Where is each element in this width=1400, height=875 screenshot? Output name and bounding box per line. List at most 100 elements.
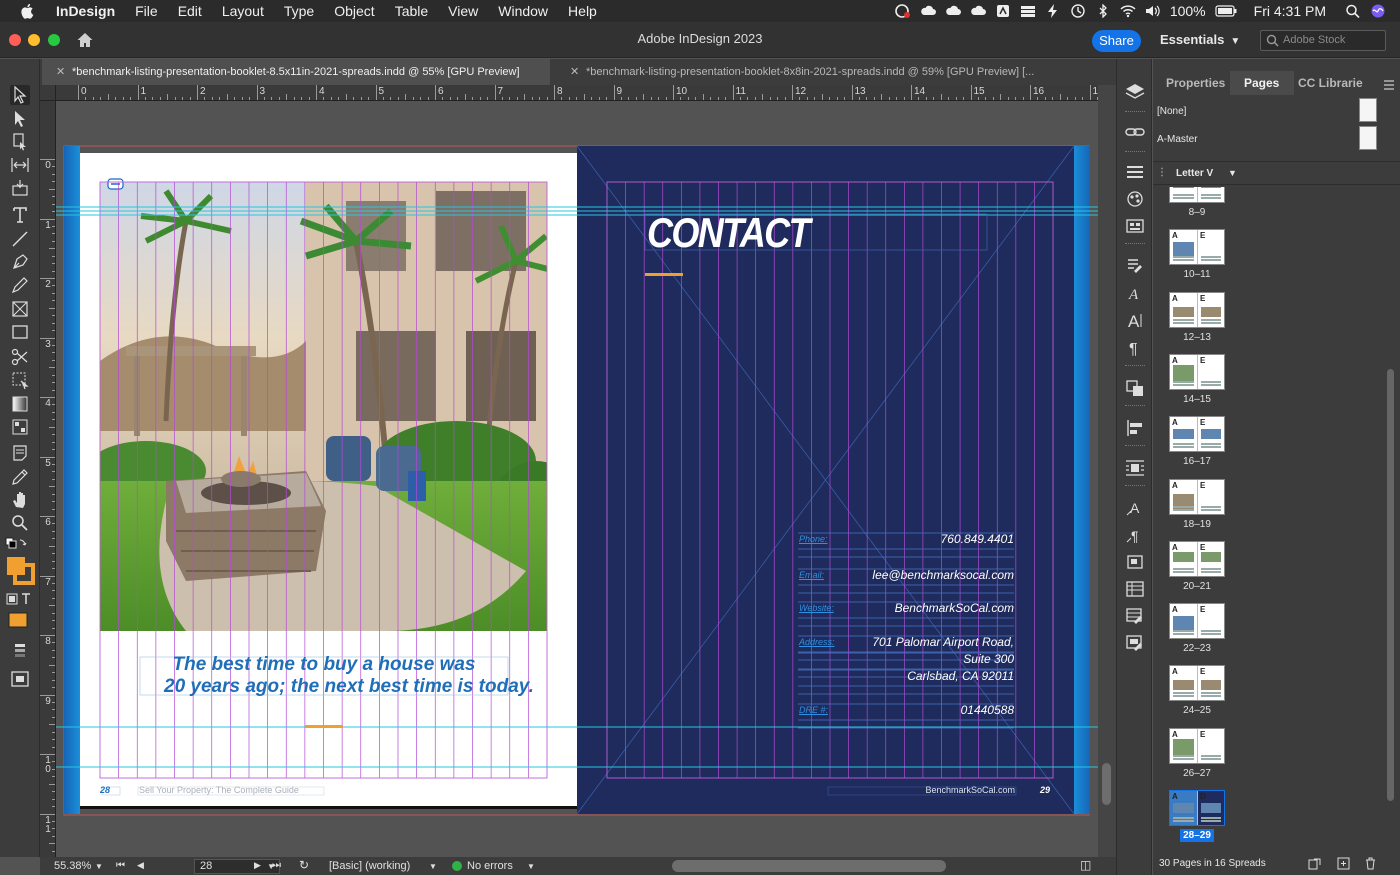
paragraph-styles-icon[interactable] (1125, 257, 1145, 275)
panel-grip[interactable] (1125, 243, 1145, 246)
stack-icon[interactable] (1020, 4, 1036, 18)
content-collector-icon[interactable] (10, 178, 30, 198)
zoom-level[interactable]: 55.38% (54, 860, 91, 872)
spread-pages[interactable]: AE (1169, 291, 1225, 328)
gradient-swatch-tool-icon[interactable] (10, 394, 30, 414)
master-none-thumbnail[interactable] (1359, 98, 1377, 122)
close-tab-icon[interactable]: ✕ (56, 59, 65, 85)
cloud-backup-icon[interactable] (970, 4, 986, 18)
type-tool-icon[interactable] (10, 205, 30, 225)
preflight-profile[interactable]: [Basic] (working) (329, 860, 410, 872)
contact-value[interactable]: Suite 300 (816, 652, 1014, 666)
apply-color-swatch[interactable] (8, 612, 30, 630)
link-badge-icon[interactable] (107, 178, 124, 190)
cc-libraries-icon[interactable] (1125, 217, 1145, 235)
window-close-button[interactable] (9, 34, 21, 46)
page-thumbnail[interactable]: A (1170, 791, 1197, 825)
page-thumbnail[interactable]: E (1197, 417, 1224, 452)
spread-pages[interactable]: AE (1169, 665, 1225, 702)
table-panel-icon[interactable] (1125, 580, 1145, 598)
screen-mode-icon[interactable] (10, 669, 30, 689)
menu-edit[interactable]: Edit (168, 3, 212, 19)
next-page-icon[interactable]: ▶ (254, 860, 261, 871)
stroke-panel-icon[interactable] (1125, 163, 1145, 181)
preflight-errors[interactable]: No errors (467, 860, 513, 872)
page-tool-icon[interactable] (10, 132, 30, 152)
direct-selection-tool-icon[interactable] (10, 109, 30, 129)
page-spread-thumbnail[interactable]: A D 28–29 (1169, 790, 1225, 842)
close-tab-icon[interactable]: ✕ (570, 59, 579, 85)
page-spread-thumbnail[interactable]: A E 14–15 (1169, 353, 1225, 405)
new-page-icon[interactable] (1337, 857, 1350, 870)
bluetooth-icon[interactable] (1095, 3, 1111, 19)
spread-pages[interactable] (1169, 187, 1225, 203)
panel-menu-icon[interactable] (1383, 77, 1395, 90)
master-none[interactable]: [None] (1153, 97, 1400, 125)
page-thumbnail[interactable]: E (1197, 666, 1224, 701)
home-icon[interactable] (76, 31, 94, 49)
rectangle-frame-tool-icon[interactable] (10, 299, 30, 319)
bolt-icon[interactable] (1045, 4, 1061, 18)
page-thumbnail[interactable]: A (1170, 354, 1197, 389)
delete-page-icon[interactable] (1364, 857, 1377, 870)
page-number-field[interactable]: 28 ▼ (194, 859, 280, 874)
character-styles-icon[interactable]: A (1125, 284, 1145, 303)
pasteboard[interactable]: The best time to buy a house was 20 year… (56, 101, 1098, 857)
page-thumbnail[interactable]: A (1170, 230, 1197, 265)
tab-cc-libraries[interactable]: CC Librarie (1298, 71, 1378, 95)
page-thumbnail[interactable] (1197, 187, 1224, 202)
pathfinder-panel-icon[interactable] (1125, 379, 1145, 397)
page-spread-thumbnail[interactable]: A E 24–25 (1169, 665, 1225, 716)
contact-value[interactable]: lee@benchmarksocal.com (816, 568, 1014, 582)
split-window-icon[interactable]: ◫ (1080, 858, 1091, 872)
page-size-row[interactable]: ⋮ Letter V ▼ (1153, 161, 1400, 185)
page-thumbnail[interactable] (1170, 187, 1197, 202)
layers-panel-icon[interactable] (1125, 83, 1145, 101)
hand-tool-icon[interactable] (10, 490, 30, 510)
selection-tool-icon[interactable] (10, 85, 30, 105)
horizontal-scroll-thumb[interactable] (672, 860, 946, 872)
gradient-none-icon[interactable] (10, 640, 30, 660)
apple-icon[interactable] (20, 3, 38, 19)
master-a[interactable]: A-Master (1153, 125, 1400, 153)
table-styles-icon[interactable] (1125, 607, 1145, 625)
page-thumbnail[interactable]: E (1197, 230, 1224, 265)
align-panel-icon[interactable] (1125, 419, 1145, 437)
page-thumbnail[interactable]: E (1197, 604, 1224, 639)
page-thumbnails-list[interactable]: 8–9 A E 10–11 A E 12–13 A E 14–15 A E 16–17 A E 18–19 A E… (1153, 187, 1400, 847)
pen-tool-icon[interactable] (10, 252, 30, 272)
spread-pages[interactable]: AE (1169, 603, 1225, 640)
window-zoom-button[interactable] (48, 34, 60, 46)
window-minimize-button[interactable] (28, 34, 40, 46)
menu-type[interactable]: Type (274, 3, 324, 19)
line-tool-icon[interactable] (10, 229, 30, 249)
note-tool-icon[interactable] (10, 443, 30, 463)
time-machine-icon[interactable] (1070, 4, 1086, 18)
vertical-ruler[interactable]: 0 1 2 3 4 5 6 7 8 9 10 11 (40, 101, 56, 857)
creative-cloud-icon[interactable] (895, 4, 911, 18)
menu-app-name[interactable]: InDesign (52, 3, 125, 19)
share-button[interactable]: Share (1092, 30, 1141, 52)
page-spread-thumbnail[interactable]: A E 18–19 (1169, 478, 1225, 530)
panel-grip[interactable] (1125, 405, 1145, 408)
page-spread-thumbnail[interactable]: 8–9 (1169, 187, 1225, 218)
profile-dropdown-icon[interactable]: ▼ (429, 862, 437, 871)
default-colors-icon[interactable] (5, 537, 27, 551)
spread-pages[interactable]: AE (1169, 478, 1225, 515)
pencil-tool-icon[interactable] (10, 275, 30, 295)
rectangle-tool-icon[interactable] (10, 322, 30, 342)
page-size-dropdown-icon[interactable]: ▼ (1228, 168, 1237, 178)
page-thumbnail[interactable]: A (1170, 541, 1197, 576)
page-spread-thumbnail[interactable]: A E 20–21 (1169, 540, 1225, 592)
page-thumbnail[interactable]: E (1197, 354, 1224, 389)
siri-icon[interactable] (1370, 4, 1386, 18)
workspace-switcher[interactable]: Essentials ▼ (1160, 32, 1240, 47)
free-transform-tool-icon[interactable] (10, 370, 30, 390)
spread-pages[interactable]: AD (1169, 790, 1225, 826)
menu-table[interactable]: Table (385, 3, 438, 19)
menu-view[interactable]: View (438, 3, 488, 19)
edit-page-size-icon[interactable] (1308, 857, 1321, 870)
panel-scroll-thumb[interactable] (1387, 369, 1394, 801)
menu-window[interactable]: Window (488, 3, 558, 19)
page-thumbnail[interactable]: A (1170, 666, 1197, 701)
